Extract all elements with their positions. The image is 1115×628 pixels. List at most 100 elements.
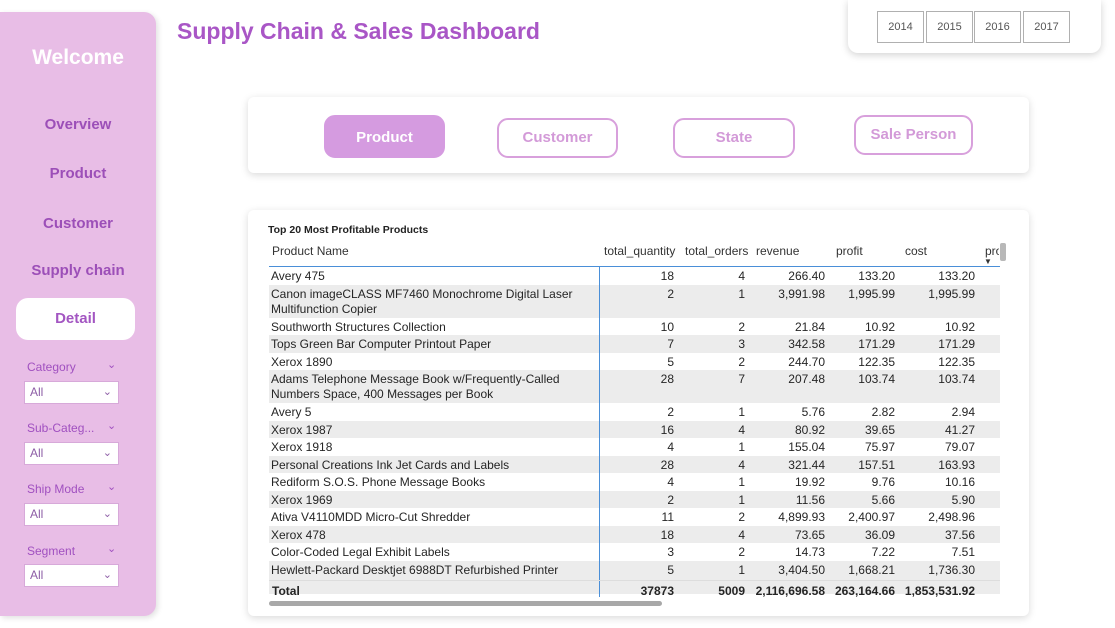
cell-product-name: Xerox 478 — [271, 527, 326, 542]
cell-profit: 10.92 — [864, 319, 895, 334]
table-row[interactable]: Xerox 1890 5 2 244.70 122.35 122.35 — [269, 353, 1000, 371]
nav-customer[interactable]: Customer — [0, 215, 156, 232]
filter-category-select[interactable]: All ⌄ — [24, 381, 119, 404]
nav-overview[interactable]: Overview — [0, 116, 156, 133]
cell-revenue: 80.92 — [794, 422, 825, 437]
tab-product[interactable]: Product — [324, 115, 445, 158]
tab-panel: Product Customer State Sale Person — [248, 97, 1029, 173]
cell-total-orders: 3 — [738, 337, 745, 351]
nav-detail[interactable]: Detail — [16, 298, 135, 340]
chevron-down-icon[interactable]: ⌄ — [107, 358, 116, 371]
total-revenue: 2,116,696.58 — [755, 584, 825, 598]
chevron-down-icon[interactable]: ⌄ — [107, 419, 116, 432]
cell-total-quantity: 2 — [667, 405, 674, 419]
cell-profit: 7.22 — [871, 545, 895, 559]
col-header-product-name[interactable]: Product Name — [272, 244, 349, 258]
cell-cost: 37.56 — [944, 527, 975, 542]
chevron-down-icon: ⌄ — [102, 569, 112, 581]
cell-product-name: Hewlett-Packard Desktjet 6988DT Refurbis… — [271, 562, 559, 577]
total-quantity: 37873 — [640, 584, 674, 598]
cell-cost: 10.16 — [944, 475, 975, 489]
table-row[interactable]: Tops Green Bar Computer Printout Paper 7 3… — [269, 335, 1000, 353]
tab-customer[interactable]: Customer — [497, 118, 618, 158]
col-header-profit-margin[interactable]: pro — [985, 244, 999, 258]
cell-total-quantity: 2 — [667, 286, 674, 301]
cell-revenue: 342.58 — [788, 337, 825, 351]
table-row[interactable]: Canon imageCLASS MF7460 Monochrome Digit… — [269, 284, 1000, 318]
cell-product-name: Xerox 1890 — [271, 354, 333, 369]
sort-desc-icon[interactable]: ▼ — [984, 257, 992, 266]
cell-product-name: Personal Creations Ink Jet Cards and Lab… — [271, 457, 510, 472]
cell-product-name: Xerox 1918 — [271, 440, 333, 454]
cell-cost: 10.92 — [944, 319, 975, 334]
filter-segment-select[interactable]: All ⌄ — [24, 564, 119, 587]
table-row[interactable]: Xerox 1918 4 1 155.04 75.97 79.07 — [269, 438, 1000, 456]
cell-total-orders: 7 — [738, 372, 745, 386]
cell-total-quantity: 18 — [660, 527, 674, 542]
cell-profit: 103.74 — [858, 372, 895, 386]
year-button-2016[interactable]: 2016 — [974, 11, 1021, 43]
table-row[interactable]: Rediform S.O.S. Phone Message Books 4 1 19.… — [269, 473, 1000, 491]
col-header-revenue[interactable]: revenue — [756, 244, 799, 258]
filter-shipmode-label: Ship Mode — [27, 482, 85, 496]
cell-total-orders: 1 — [738, 286, 745, 301]
chevron-down-icon[interactable]: ⌄ — [107, 480, 116, 493]
table-row[interactable]: Adams Telephone Message Book w/Frequentl… — [269, 370, 1000, 403]
cell-total-quantity: 28 — [660, 372, 674, 386]
table-row[interactable]: Personal Creations Ink Jet Cards and Lab… — [269, 455, 1000, 473]
cell-product-name: Ativa V4110MDD Micro-Cut Shredder — [271, 510, 471, 524]
cell-revenue: 73.65 — [794, 527, 825, 542]
col-header-profit[interactable]: profit — [836, 244, 863, 258]
filter-segment-value: All — [30, 568, 44, 582]
table-title: Top 20 Most Profitable Products — [268, 224, 429, 236]
cell-total-orders: 2 — [738, 354, 745, 369]
horizontal-scrollbar[interactable] — [269, 601, 662, 606]
cell-total-orders: 1 — [738, 440, 745, 454]
table-row[interactable]: Xerox 1987 16 4 80.92 39.65 41.27 — [269, 420, 1000, 438]
table-row[interactable]: Ativa V4110MDD Micro-Cut Shredder 11 2 4,89… — [269, 508, 1000, 526]
vertical-scrollbar[interactable] — [1000, 243, 1006, 261]
col-header-total-orders[interactable]: total_orders — [685, 244, 748, 258]
total-orders: 5009 — [718, 584, 745, 598]
cell-profit: 122.35 — [858, 354, 895, 369]
cell-profit: 5.66 — [871, 492, 895, 507]
cell-cost: 41.27 — [944, 422, 975, 437]
cell-cost: 103.74 — [938, 372, 975, 386]
table-row[interactable]: Southworth Structures Collection 10 2 21.84… — [269, 318, 1000, 336]
cell-cost: 79.07 — [944, 440, 975, 454]
cell-total-quantity: 10 — [660, 319, 674, 334]
table-row[interactable]: Avery 475 18 4 266.40 133.20 133.20 — [269, 267, 1000, 285]
cell-revenue: 244.70 — [788, 354, 825, 369]
chevron-down-icon[interactable]: ⌄ — [107, 542, 116, 555]
col-header-cost[interactable]: cost — [905, 244, 927, 258]
cell-product-name: Tops Green Bar Computer Printout Paper — [271, 337, 492, 351]
chevron-down-icon: ⌄ — [102, 386, 112, 398]
nav-supply-chain[interactable]: Supply chain — [0, 262, 156, 279]
cell-revenue: 3,404.50 — [778, 562, 825, 577]
cell-total-orders: 4 — [738, 457, 745, 472]
cell-total-orders: 1 — [738, 492, 745, 507]
year-button-2014[interactable]: 2014 — [877, 11, 924, 43]
cell-cost: 2,498.96 — [928, 510, 975, 524]
col-header-total-quantity[interactable]: total_quantity — [604, 244, 675, 258]
table-row[interactable]: Avery 5 2 1 5.76 2.82 2.94 — [269, 403, 1000, 421]
cell-profit: 2.82 — [871, 405, 895, 419]
cell-revenue: 321.44 — [788, 457, 825, 472]
cell-cost: 1,736.30 — [928, 562, 975, 577]
table-row[interactable]: Xerox 478 18 4 73.65 36.09 37.56 — [269, 525, 1000, 543]
filter-shipmode-select[interactable]: All ⌄ — [24, 503, 119, 526]
table-row[interactable]: Xerox 1969 2 1 11.56 5.66 5.90 — [269, 490, 1000, 508]
tab-sale-person[interactable]: Sale Person — [854, 115, 973, 155]
year-button-2017[interactable]: 2017 — [1023, 11, 1070, 43]
cell-total-orders: 2 — [738, 510, 745, 524]
tab-state[interactable]: State — [673, 118, 795, 158]
nav-product[interactable]: Product — [0, 165, 156, 182]
cell-total-quantity: 11 — [661, 510, 674, 524]
cell-cost: 133.20 — [938, 269, 975, 283]
filter-subcategory-select[interactable]: All ⌄ — [24, 442, 119, 465]
filter-subcategory-label: Sub-Categ... — [27, 421, 95, 435]
year-button-2015[interactable]: 2015 — [926, 11, 973, 43]
table-row[interactable]: Color-Coded Legal Exhibit Labels 3 2 14.73 7… — [269, 543, 1000, 561]
filter-category-label: Category — [27, 360, 76, 374]
cell-total-quantity: 4 — [667, 475, 674, 489]
